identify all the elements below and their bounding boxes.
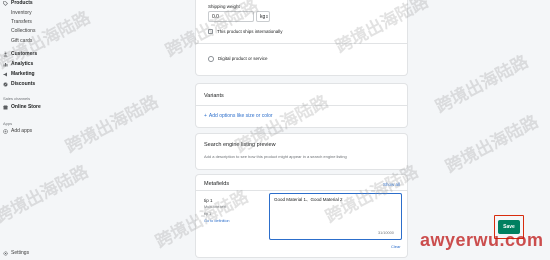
store-icon xyxy=(3,105,8,110)
sidebar-nav: Products Inventory Transfers Collections… xyxy=(0,0,196,260)
sidebar-item-collections[interactable]: Collections xyxy=(11,28,35,34)
add-options-link[interactable]: + Add options like size or color xyxy=(204,113,273,119)
divider xyxy=(196,190,407,191)
sidebar-item-discounts[interactable]: Discounts xyxy=(3,81,35,87)
plus-icon: + xyxy=(204,113,207,119)
variants-card: Variants + Add options like size or colo… xyxy=(196,84,407,127)
shipping-weight-input[interactable]: 0.0 xyxy=(208,11,254,22)
brand-watermark: awyerwu.com xyxy=(420,230,544,250)
metafield-value-text: Good Material 1、Good Material 2 xyxy=(274,197,343,202)
sidebar-item-label: Collections xyxy=(11,28,36,34)
divider xyxy=(196,105,407,106)
shipping-card: Shipping weight 0.0 kg ⇕ This product sh… xyxy=(196,0,407,75)
digital-product-label: Digital product or service xyxy=(218,56,268,61)
go-to-definition-link[interactable]: Go to definition xyxy=(204,219,230,223)
sidebar-item-label: Analytics xyxy=(11,61,34,67)
person-icon xyxy=(3,52,8,57)
sidebar-item-label: Inventory xyxy=(11,10,32,16)
plus-circle-icon xyxy=(3,128,8,134)
seo-card: Search engine listing preview Add a desc… xyxy=(196,134,407,169)
sidebar-item-label: Online Store xyxy=(11,104,41,110)
add-options-label: Add options like size or color xyxy=(208,113,273,119)
divider xyxy=(196,43,407,44)
sidebar-item-analytics[interactable]: Analytics xyxy=(3,61,33,67)
seo-description: Add a description to see how this produc… xyxy=(204,154,347,159)
char-count: 31/10000 xyxy=(378,231,394,235)
gear-icon xyxy=(3,250,8,256)
metafields-card: Metafields Show all tip 1 Multi-line tex… xyxy=(196,175,407,257)
sidebar-item-customers[interactable]: Customers xyxy=(3,51,37,57)
seo-title: Search engine listing preview xyxy=(204,142,276,148)
apps-heading: Apps xyxy=(3,121,13,126)
sidebar-item-label: Transfers xyxy=(11,19,32,25)
sidebar-item-settings[interactable]: Settings xyxy=(3,250,29,256)
metafields-title: Metafields xyxy=(204,181,230,187)
ships-internationally-label: This product ships internationally xyxy=(217,29,283,34)
weight-unit-select[interactable]: kg ⇕ xyxy=(256,11,270,22)
megaphone-icon xyxy=(3,72,8,77)
variants-title: Variants xyxy=(204,93,224,99)
shipping-weight-label: Shipping weight xyxy=(208,4,240,9)
sidebar-item-label: Add apps xyxy=(11,128,33,134)
sidebar-item-label: Discounts xyxy=(11,81,36,87)
sidebar-item-transfers[interactable]: Transfers xyxy=(11,19,32,25)
sidebar-item-label: Marketing xyxy=(11,71,35,77)
sidebar-item-label: Customers xyxy=(11,51,38,57)
metafield-name: tip 1 xyxy=(204,198,213,203)
chart-icon xyxy=(3,62,8,67)
sidebar-item-online-store[interactable]: Online Store xyxy=(3,104,41,110)
ships-internationally-checkbox[interactable] xyxy=(208,29,213,34)
tag-icon xyxy=(3,0,8,6)
discount-icon xyxy=(3,82,8,87)
sidebar-item-gift-cards[interactable]: Gift cards xyxy=(11,38,32,44)
show-all-link[interactable]: Show all xyxy=(383,182,400,187)
sidebar-item-add-apps[interactable]: Add apps xyxy=(3,128,32,134)
sidebar-item-label: Settings xyxy=(11,250,30,256)
metafield-type: Multi-line text xyxy=(204,205,227,209)
sidebar-item-label: Gift cards xyxy=(11,38,33,44)
sidebar-item-marketing[interactable]: Marketing xyxy=(3,71,35,77)
sidebar-item-inventory[interactable]: Inventory xyxy=(11,10,32,16)
chevron-updown-icon: ⇕ xyxy=(265,14,269,19)
sidebar-item-products[interactable]: Products xyxy=(3,0,33,6)
clear-link[interactable]: Clear xyxy=(391,244,401,249)
sales-channels-heading: Sales channels xyxy=(3,96,31,101)
metafield-key: tip 1 xyxy=(204,212,212,216)
sidebar-item-label: Products xyxy=(11,0,33,6)
digital-product-radio[interactable] xyxy=(208,56,214,62)
